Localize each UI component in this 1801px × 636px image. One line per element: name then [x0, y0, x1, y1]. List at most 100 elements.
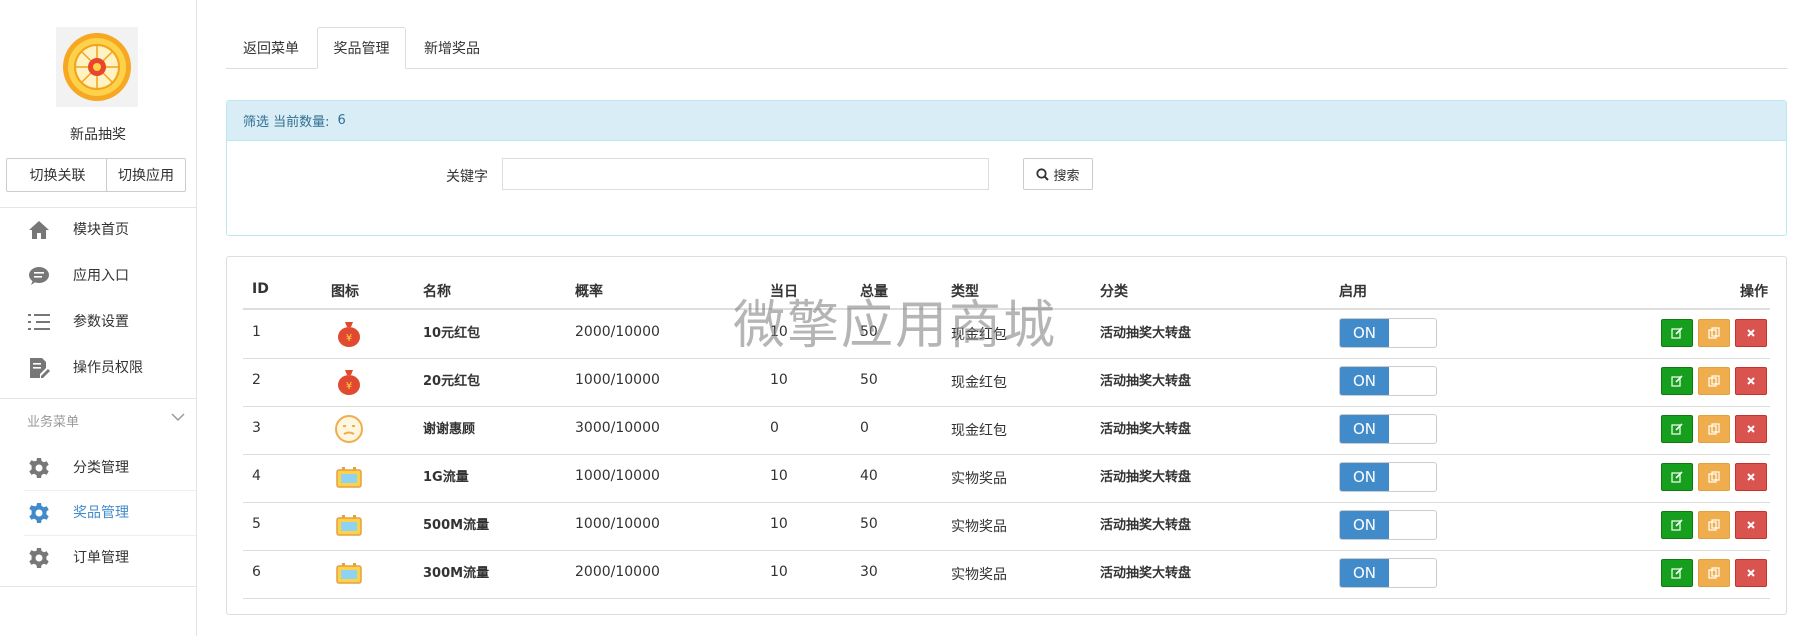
- copy-button[interactable]: [1698, 463, 1730, 491]
- item-count: 6: [337, 113, 346, 128]
- tab-back-menu[interactable]: 返回菜单: [226, 27, 316, 68]
- table-row: 5 500M流量 1000/10000 10 50 实物奖品 活动抽奖大转盘 O…: [243, 502, 1770, 551]
- copy-button[interactable]: [1698, 559, 1730, 587]
- enabled-toggle[interactable]: ON: [1339, 366, 1437, 396]
- gear-icon: [28, 502, 50, 524]
- enabled-toggle[interactable]: ON: [1339, 318, 1437, 348]
- sidebar-item-category-management[interactable]: 分类管理: [0, 445, 196, 489]
- cell-rate: 2000/10000: [575, 564, 660, 580]
- cell-category: 活动抽奖大转盘: [1100, 470, 1192, 485]
- column-header-name: 名称: [423, 284, 451, 300]
- cell-category: 活动抽奖大转盘: [1100, 422, 1192, 437]
- edit-button[interactable]: [1661, 319, 1693, 347]
- copy-icon: [1708, 375, 1720, 387]
- column-header-today: 当日: [770, 284, 798, 300]
- cell-name: 谢谢惠顾: [423, 422, 476, 437]
- sidebar-item-operator-permissions[interactable]: 操作员权限: [0, 345, 196, 389]
- business-menu-title: 业务菜单: [27, 415, 80, 430]
- column-header-rate: 概率: [575, 284, 603, 300]
- svg-text:¥: ¥: [346, 381, 352, 392]
- filter-heading: 筛选 当前数量: 6: [227, 101, 1786, 141]
- cell-category: 活动抽奖大转盘: [1100, 326, 1192, 341]
- enabled-toggle[interactable]: ON: [1339, 462, 1437, 492]
- edit-button[interactable]: [1661, 511, 1693, 539]
- sidebar-item-label: 参数设置: [73, 314, 129, 330]
- search-button-label: 搜索: [1053, 168, 1080, 184]
- table-row: 6 300M流量 2000/10000 10 30 实物奖品 活动抽奖大转盘 O…: [243, 550, 1770, 599]
- cell-total: 50: [860, 324, 878, 340]
- sidebar-item-label: 应用入口: [73, 268, 129, 284]
- copy-icon: [1708, 567, 1720, 579]
- delete-button[interactable]: [1735, 319, 1767, 347]
- chevron-down-icon[interactable]: [170, 409, 186, 425]
- sidebar-item-settings[interactable]: 参数设置: [0, 299, 196, 343]
- home-icon: [28, 219, 50, 241]
- table-row: 2 ¥ 20元红包 1000/10000 10 50 现金红包 活动抽奖大转盘 …: [243, 358, 1770, 407]
- toggle-on-label: ON: [1340, 319, 1389, 347]
- tab-prize-management[interactable]: 奖品管理: [317, 27, 406, 69]
- cell-rate: 1000/10000: [575, 468, 660, 484]
- gear-icon: [28, 457, 50, 479]
- switch-app-button[interactable]: 切换应用: [106, 158, 186, 192]
- cell-rate: 3000/10000: [575, 420, 660, 436]
- search-button[interactable]: 搜索: [1023, 158, 1093, 190]
- edit-icon: [1671, 375, 1683, 387]
- edit-button[interactable]: [1661, 559, 1693, 587]
- sidebar-item-order-management[interactable]: 订单管理: [0, 535, 196, 579]
- sidebar-item-module-home[interactable]: 模块首页: [0, 207, 196, 251]
- delete-button[interactable]: [1735, 415, 1767, 443]
- tab-add-prize[interactable]: 新增奖品: [407, 27, 497, 68]
- cell-type: 实物奖品: [951, 567, 1007, 583]
- cell-type: 现金红包: [951, 327, 1007, 343]
- edit-button[interactable]: [1661, 415, 1693, 443]
- sidebar: 新品抽奖 切换关联 切换应用 模块首页 应用入口 参数设置 操作员权限 业务菜单…: [0, 0, 197, 636]
- column-header-total: 总量: [860, 284, 888, 300]
- column-header-id: ID: [252, 281, 269, 297]
- prize-wheel-logo-icon: [63, 33, 131, 101]
- cell-name: 10元红包: [423, 326, 481, 341]
- edit-icon: [1671, 567, 1683, 579]
- gear-icon: [28, 547, 50, 569]
- cell-name: 20元红包: [423, 374, 481, 389]
- sidebar-item-label: 操作员权限: [73, 360, 143, 376]
- keyword-input[interactable]: [502, 158, 989, 190]
- copy-button[interactable]: [1698, 367, 1730, 395]
- enabled-toggle[interactable]: ON: [1339, 558, 1437, 588]
- column-header-category: 分类: [1100, 284, 1128, 300]
- cell-today: 10: [770, 324, 788, 340]
- column-header-actions: 操作: [1740, 284, 1768, 300]
- delete-button[interactable]: [1735, 559, 1767, 587]
- copy-button[interactable]: [1698, 511, 1730, 539]
- toggle-on-label: ON: [1340, 415, 1389, 443]
- delete-button[interactable]: [1735, 511, 1767, 539]
- copy-icon: [1708, 519, 1720, 531]
- search-icon: [1036, 167, 1050, 181]
- edit-icon: [1671, 471, 1683, 483]
- cell-id: 4: [252, 468, 261, 484]
- sidebar-divider: [0, 586, 196, 587]
- cell-id: 6: [252, 564, 261, 580]
- delete-button[interactable]: [1735, 463, 1767, 491]
- enabled-toggle[interactable]: ON: [1339, 510, 1437, 540]
- sidebar-divider: [0, 398, 196, 399]
- switch-link-button[interactable]: 切换关联: [6, 158, 109, 192]
- cell-rate: 1000/10000: [575, 372, 660, 388]
- tab-bar: 返回菜单 奖品管理 新增奖品: [226, 27, 1787, 69]
- filter-panel: 筛选 当前数量: 6 关键字 搜索: [226, 100, 1787, 236]
- edit-button[interactable]: [1661, 463, 1693, 491]
- enabled-toggle[interactable]: ON: [1339, 414, 1437, 444]
- delete-button[interactable]: [1735, 367, 1767, 395]
- svg-text:¥: ¥: [346, 333, 352, 344]
- app-logo: [56, 27, 138, 107]
- cell-category: 活动抽奖大转盘: [1100, 518, 1192, 533]
- edit-button[interactable]: [1661, 367, 1693, 395]
- copy-button[interactable]: [1698, 319, 1730, 347]
- close-icon: [1747, 377, 1755, 385]
- cell-total: 50: [860, 372, 878, 388]
- cell-name: 500M流量: [423, 518, 490, 533]
- cell-category: 活动抽奖大转盘: [1100, 374, 1192, 389]
- sidebar-item-app-entry[interactable]: 应用入口: [0, 253, 196, 297]
- sidebar-item-prize-management[interactable]: 奖品管理: [0, 490, 196, 534]
- copy-button[interactable]: [1698, 415, 1730, 443]
- app-name: 新品抽奖: [70, 127, 126, 143]
